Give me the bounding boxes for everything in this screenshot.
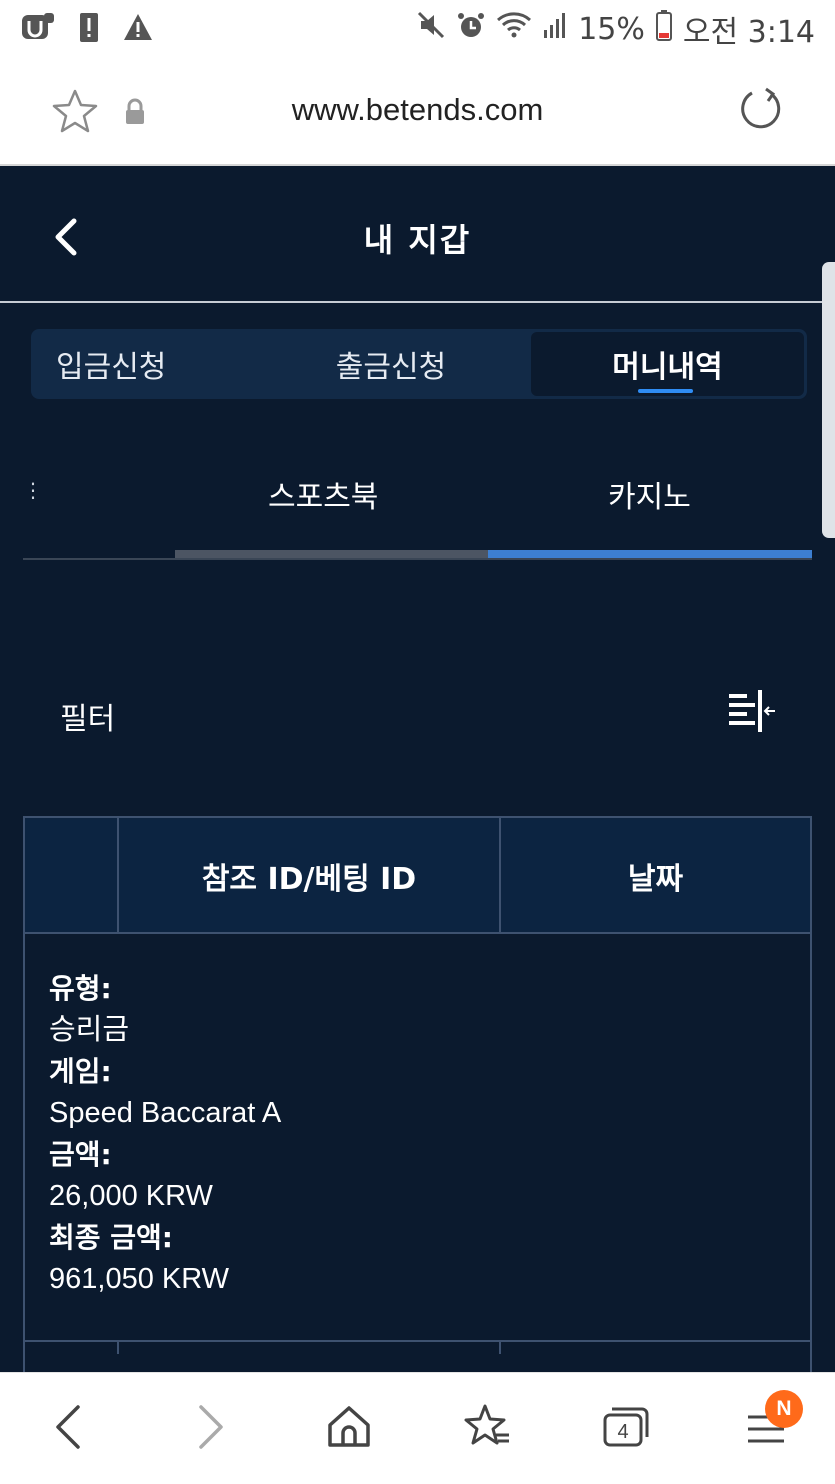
sub-tab-indicator-inactive: [175, 550, 488, 558]
filter-label[interactable]: 필터: [60, 694, 115, 738]
tab-withdraw[interactable]: 출금신청: [251, 329, 531, 399]
detail-game-value: Speed Baccarat A: [49, 1097, 282, 1129]
active-tab-indicator: [638, 389, 693, 393]
warning-icon: [122, 12, 154, 46]
detail-final-value: 961,050 KRW: [49, 1263, 230, 1295]
detail-amount-label: 금액:: [49, 1138, 112, 1171]
table-header: 참조 ID/베팅 ID 날짜: [25, 818, 810, 934]
signal-icon: [542, 10, 568, 48]
next-row-col-divider: [117, 1342, 119, 1354]
detail-type-label: 유형:: [49, 972, 112, 1005]
tab-money-history[interactable]: 머니내역: [531, 332, 804, 396]
mute-icon: [416, 10, 446, 48]
detail-amount-value: 26,000 KRW: [49, 1180, 213, 1212]
sub-tab-sportsbook[interactable]: 스포츠북: [268, 472, 378, 516]
nav-home-icon[interactable]: [326, 1403, 372, 1455]
nav-back-icon[interactable]: [52, 1403, 84, 1455]
detail-type-value: 승리금: [49, 1014, 130, 1046]
tab-money-history-label: 머니내역: [612, 350, 723, 385]
battery-icon: [655, 9, 673, 49]
next-row-col-divider: [499, 1342, 501, 1354]
tabs-count: 4: [617, 1421, 628, 1443]
nav-tabs-icon[interactable]: 4: [602, 1403, 650, 1455]
tab-deposit[interactable]: 입금신청: [31, 329, 251, 399]
table-header-reference-id: 참조 ID/베팅 ID: [119, 818, 501, 934]
new-notification-badge: N: [765, 1390, 803, 1428]
filter-collapse-icon[interactable]: [727, 690, 777, 738]
sub-tab-indicator-active: [488, 550, 812, 558]
url-address[interactable]: www.betends.com: [0, 92, 835, 128]
transaction-table: 참조 ID/베팅 ID 날짜 유형: 승리금 게임: Speed Baccara…: [23, 816, 812, 1376]
table-header-expand: [25, 818, 119, 934]
wifi-icon: [496, 10, 532, 48]
reload-icon[interactable]: [738, 86, 784, 136]
detail-game-label: 게임:: [49, 1055, 112, 1088]
page-title: 내 지갑: [363, 221, 472, 259]
app-notification-icon: [20, 11, 56, 47]
nav-bookmarks-icon[interactable]: [462, 1403, 512, 1455]
alarm-icon: [456, 10, 486, 48]
app-header: 내 지갑: [0, 167, 835, 303]
status-bar: 15% 오전 3:14: [0, 0, 835, 58]
clock: 오전 3:14: [682, 15, 815, 50]
history-sub-tabs: ⋮ 스포츠북 카지노: [23, 450, 812, 562]
transaction-detail: 유형: 승리금 게임: Speed Baccarat A 금액: 26,000 …: [49, 968, 789, 1300]
browser-url-bar: www.betends.com: [0, 58, 835, 166]
more-tabs-icon[interactable]: ⋮: [23, 478, 43, 502]
page-scrollbar[interactable]: [822, 262, 835, 538]
browser-bottom-nav: 4: [0, 1372, 835, 1484]
sub-tab-track: [23, 558, 812, 560]
battery-percent: 15%: [578, 11, 645, 47]
detail-final-label: 최종 금액:: [49, 1221, 173, 1254]
table-header-date: 날짜: [627, 862, 684, 897]
sub-tab-casino[interactable]: 카지노: [608, 472, 691, 516]
nav-forward-icon[interactable]: [195, 1403, 227, 1455]
wallet-tabs: 입금신청 출금신청 머니내역: [31, 329, 807, 399]
row-divider: [25, 1340, 810, 1342]
alert-battery-icon: [78, 10, 100, 48]
